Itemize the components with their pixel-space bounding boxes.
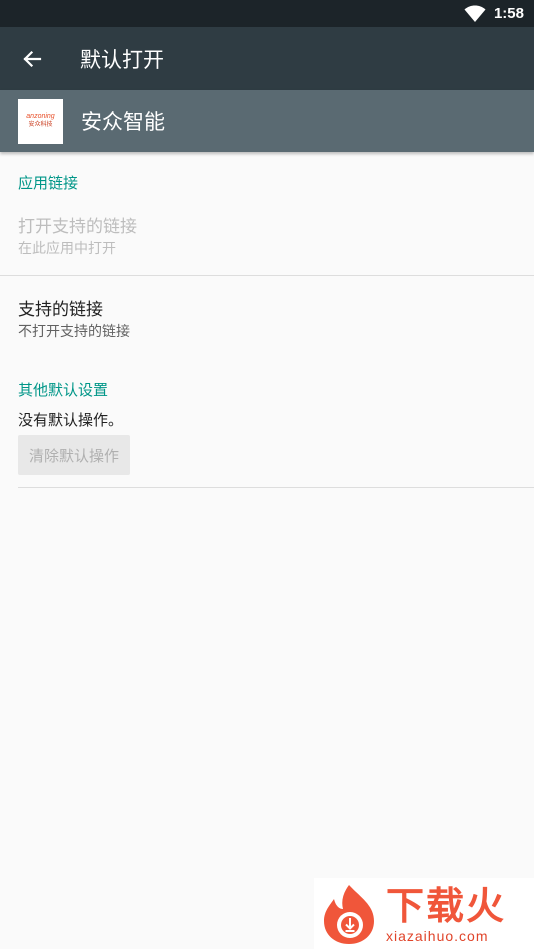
supported-links-subtitle: 不打开支持的链接 — [18, 324, 130, 340]
supported-links-title: 支持的链接 — [18, 300, 103, 320]
divider — [18, 487, 534, 488]
app-name: 安众智能 — [81, 110, 165, 134]
watermark-title: 下载火 — [386, 883, 507, 928]
no-defaults-message: 没有默认操作。 — [18, 411, 124, 429]
arrow-back-icon — [23, 50, 42, 67]
divider — [0, 275, 534, 276]
logo-text-top: anzoning — [26, 113, 55, 120]
section-title-other-defaults: 其他默认设置 — [18, 381, 109, 399]
open-supported-links-title: 打开支持的链接 — [18, 217, 137, 237]
clear-defaults-button[interactable]: 清除默认操作 — [18, 435, 130, 475]
page-title: 默认打开 — [80, 47, 164, 72]
watermark-url: xiazaihuo.com — [386, 927, 489, 944]
status-time: 1:58 — [493, 5, 524, 22]
flame-logo-icon — [324, 884, 374, 944]
app-header: anzoning 安众科技 安众智能 — [0, 90, 534, 152]
app-bar: 默认打开 — [0, 27, 534, 90]
section-title-app-links: 应用链接 — [18, 174, 79, 192]
open-supported-links-subtitle: 在此应用中打开 — [18, 241, 116, 257]
wifi-icon — [464, 5, 486, 22]
back-button[interactable] — [0, 27, 64, 90]
app-logo: anzoning 安众科技 — [18, 98, 63, 144]
watermark: 下载火 xiazaihuo.com — [314, 878, 534, 949]
logo-text-bottom: 安众科技 — [28, 121, 53, 128]
status-bar: 1:58 — [0, 0, 534, 27]
